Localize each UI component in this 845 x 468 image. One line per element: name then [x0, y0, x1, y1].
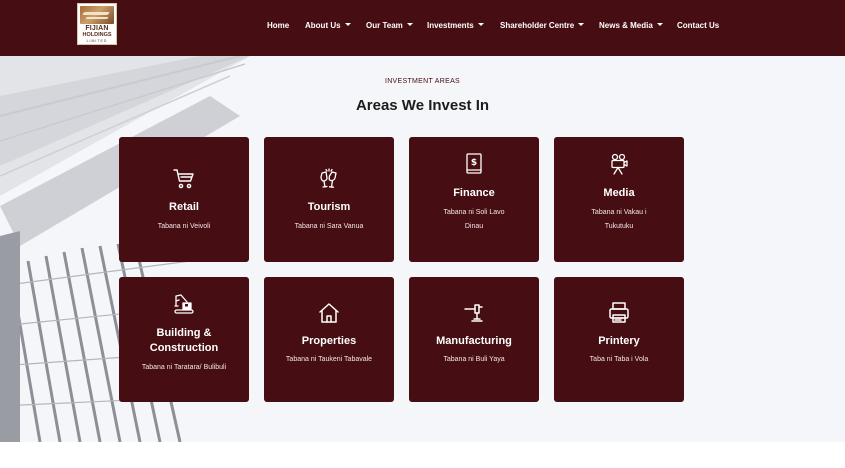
- card-subtitle: Taba ni Taba i Vola: [589, 356, 649, 363]
- card-subtitle: Tabana ni Sara Vanua: [294, 223, 364, 230]
- card-printery[interactable]: Printery Taba ni Taba i Vola: [554, 277, 684, 402]
- card-subtitle: Tabana ni Taratara/ Bulibuli: [141, 364, 227, 371]
- logo-text-line1: FIJIAN: [85, 25, 109, 32]
- hammer-icon: [464, 304, 483, 322]
- nav-about-us[interactable]: About Us: [305, 20, 351, 32]
- card-subtitle: Tabana ni Taukeni Tabavale: [285, 356, 373, 363]
- logo-text-line2: HOLDINGS: [82, 32, 112, 38]
- chevron-down-icon: [406, 23, 413, 27]
- card-retail[interactable]: Retail Tabana ni Veivoli: [119, 137, 249, 262]
- section-eyebrow: INVESTMENT AREAS: [384, 78, 461, 85]
- chevron-down-icon: [344, 23, 351, 27]
- card-title: Finance: [453, 187, 495, 199]
- nav-our-team[interactable]: Our Team: [366, 20, 413, 32]
- nav-our-team-label: Our Team: [366, 21, 403, 30]
- wine-glasses-icon: [320, 168, 337, 188]
- logo-mark-icon: [80, 6, 114, 24]
- card-manufacturing[interactable]: Manufacturing Tabana ni Buli Yaya: [409, 277, 539, 402]
- nav-home-label: Home: [267, 21, 290, 30]
- investment-areas-section: INVESTMENT AREAS Areas We Invest In Reta…: [0, 56, 845, 442]
- nav-investments-label: Investments: [427, 21, 474, 30]
- card-subtitle-line2: Dinau: [464, 223, 484, 230]
- card-title: Manufacturing: [436, 335, 512, 347]
- house-icon: [319, 303, 339, 323]
- nav-investments[interactable]: Investments: [427, 20, 484, 32]
- card-subtitle: Tabana ni Veivoli: [157, 223, 211, 230]
- card-subtitle: Tabana ni Buli Yaya: [443, 356, 505, 363]
- nav-shareholder-centre[interactable]: Shareholder Centre: [500, 20, 585, 32]
- card-subtitle-line2: Tukutuku: [604, 223, 634, 230]
- chevron-down-icon: [656, 23, 663, 27]
- excavator-icon: [174, 294, 194, 314]
- card-building-construction[interactable]: Building & Construction Tabana ni Tarata…: [119, 277, 249, 402]
- card-title-line2: Construction: [149, 342, 219, 354]
- nav-about-us-label: About Us: [305, 21, 341, 30]
- movie-camera-icon: [611, 153, 628, 175]
- card-title: Properties: [301, 335, 357, 347]
- card-properties[interactable]: Properties Tabana ni Taukeni Tabavale: [264, 277, 394, 402]
- section-heading: Areas We Invest In: [355, 97, 490, 114]
- nav-news-media[interactable]: News & Media: [599, 20, 663, 32]
- card-title: Retail: [169, 201, 199, 213]
- shopping-cart-icon: [173, 169, 194, 189]
- nav-news-media-label: News & Media: [599, 21, 653, 30]
- site-header: FIJIAN HOLDINGS LIMITED Home About Us Ou…: [0, 0, 845, 56]
- nav-contact-us[interactable]: Contact Us: [677, 20, 719, 32]
- chevron-down-icon: [477, 23, 484, 27]
- svg-text:$: $: [471, 158, 477, 168]
- card-title: Media: [603, 187, 635, 199]
- card-subtitle: Tabana ni Vakau i: [591, 209, 647, 216]
- page-bottom-strip: [0, 442, 845, 468]
- card-tourism[interactable]: Tourism Tabana ni Sara Vanua: [264, 137, 394, 262]
- company-logo[interactable]: FIJIAN HOLDINGS LIMITED: [77, 3, 117, 45]
- nav-contact-us-label: Contact Us: [677, 21, 720, 30]
- chevron-down-icon: [578, 23, 585, 27]
- card-finance[interactable]: $ Finance Tabana ni Soli Lavo Dinau: [409, 137, 539, 262]
- card-title: Tourism: [307, 201, 351, 213]
- card-media[interactable]: Media Tabana ni Vakau i Tukutuku: [554, 137, 684, 262]
- finance-book-icon: $: [466, 153, 482, 174]
- nav-home[interactable]: Home: [267, 20, 289, 32]
- card-title: Building &: [156, 327, 212, 339]
- card-subtitle: Tabana ni Soli Lavo: [443, 209, 505, 216]
- nav-shareholder-centre-label: Shareholder Centre: [500, 21, 575, 30]
- logo-text-line3: LIMITED: [86, 39, 108, 43]
- printer-icon: [609, 302, 629, 323]
- card-title: Printery: [598, 335, 640, 347]
